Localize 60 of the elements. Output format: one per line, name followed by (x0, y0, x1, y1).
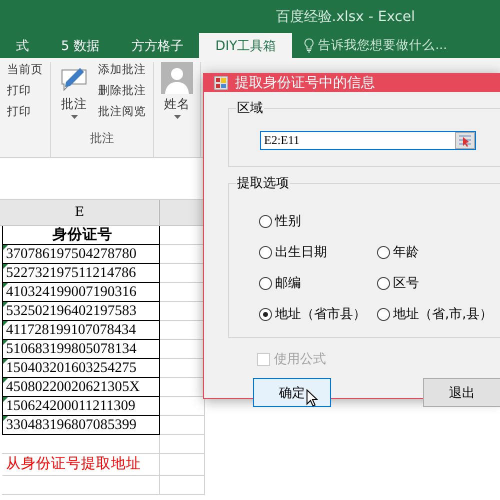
dialog-button[interactable]: 退出 (423, 378, 500, 407)
table-cell: 370786197504278780 (2, 245, 160, 264)
lightbulb-icon (304, 38, 314, 53)
table-cell: 150624200011211309 (2, 397, 160, 416)
radio-option[interactable]: 年龄 (377, 243, 500, 261)
table-cell: 522732197511214786 (2, 264, 160, 283)
note-text: 从身份证号提取地址 (2, 454, 160, 476)
range-select-icon[interactable] (455, 132, 475, 149)
table-header-cell: 身份证号 (2, 226, 160, 245)
comment-option[interactable]: 删除批注 (98, 83, 146, 98)
cell-marker-icon (3, 245, 8, 250)
cell-marker-icon (3, 340, 8, 345)
table-cell: 330483196807085399 (2, 416, 160, 435)
group-label: 批注 (89, 130, 115, 147)
cell-marker-icon (3, 378, 8, 383)
group-label: 提取选项 (236, 174, 290, 192)
table-cell: 45080220020621305X (2, 378, 160, 397)
name-button[interactable]: 姓名 (157, 62, 197, 130)
radio-option[interactable]: 区号 (377, 274, 500, 292)
ribbon-tab[interactable]: 式 (0, 33, 45, 58)
tell-me-field[interactable]: 告诉我您想要做什么... (292, 33, 448, 58)
range-field[interactable]: E2:E11 (260, 131, 476, 150)
radio-option[interactable]: 地址（省,市,县） (377, 305, 500, 323)
app-icon (214, 76, 228, 90)
table-cell: 532502196402197583 (2, 302, 160, 321)
empty-cell (160, 416, 205, 435)
empty-cell (160, 435, 205, 454)
cell-marker-icon (3, 359, 8, 364)
table-cell: 510683199805078134 (2, 340, 160, 359)
radio-option[interactable]: 邮编 (259, 274, 377, 292)
ribbon-tab[interactable]: 方方格子 (115, 33, 200, 58)
empty-cell (160, 476, 205, 495)
print-option[interactable]: 打印 (7, 83, 43, 98)
dialog-title: 提取身份证号中的信息 (235, 74, 375, 92)
mouse-cursor-icon (306, 389, 318, 407)
ribbon-tab[interactable]: DIY工具箱 (199, 33, 292, 58)
empty-cell (160, 454, 205, 476)
caret-icon (70, 115, 78, 119)
person-icon (161, 62, 193, 94)
cell-marker-icon (3, 321, 8, 326)
comment-option[interactable]: 添加批注 (98, 62, 146, 77)
cell-marker-icon (3, 416, 8, 421)
print-option[interactable]: 打印 (7, 104, 43, 119)
cell-marker-icon (3, 302, 8, 307)
radio-option[interactable]: 性别 (259, 212, 377, 230)
table-cell: 411728199107078434 (2, 321, 160, 340)
dialog-button[interactable]: 确定 (253, 378, 331, 407)
radio-option[interactable]: 出生日期 (259, 243, 377, 261)
cell-marker-icon (3, 397, 8, 402)
print-option[interactable]: 当前页 (7, 62, 43, 77)
comment-option[interactable]: 批注阅览 (98, 104, 146, 119)
caret-icon (174, 115, 180, 119)
cell-marker-icon (3, 283, 8, 288)
table-cell: 410324199007190316 (2, 283, 160, 302)
comment-button[interactable]: 批注 (54, 62, 94, 130)
table-cell: 150403201603254275 (2, 359, 160, 378)
window-title: 百度经验.xlsx - Excel (276, 8, 415, 26)
radio-option[interactable]: 地址（省市县） (259, 305, 377, 323)
cell-marker-icon (3, 264, 8, 269)
ribbon-tab[interactable]: 5 数据 (45, 33, 116, 58)
